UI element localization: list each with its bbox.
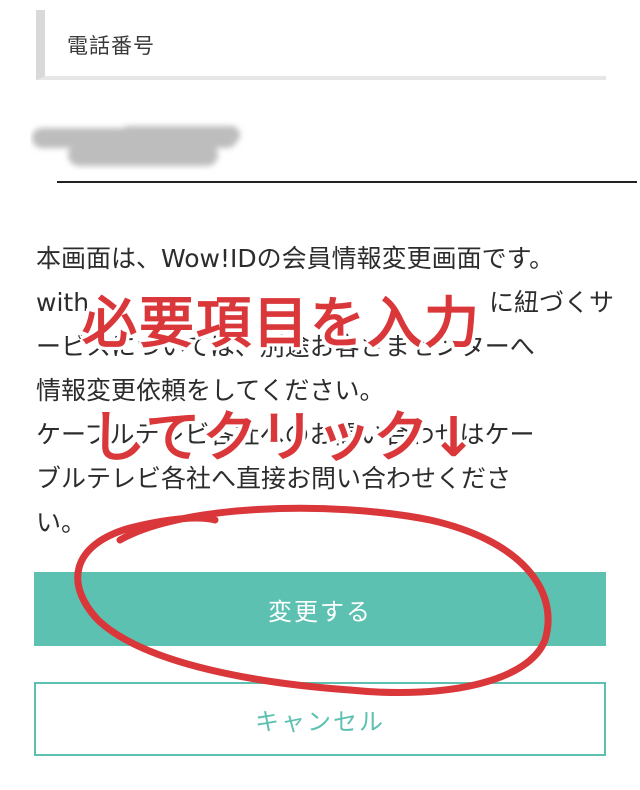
notice-text: 本画面は、Wow!IDの会員情報変更画面です。 with に紐づくサ ービスにつ… xyxy=(36,237,615,545)
cancel-button[interactable]: キャンセル xyxy=(34,682,606,756)
phone-section-header: 電話番号 xyxy=(36,10,606,80)
cancel-button-label: キャンセル xyxy=(255,707,385,736)
notice-line: ブルテレビ各社へ直接お問い合わせくださ xyxy=(36,464,512,493)
phone-redaction-blur xyxy=(32,126,240,166)
notice-line: ケーブルテレビ各社へのお問い合わせはケー xyxy=(36,420,535,449)
notice-line: い。 xyxy=(36,508,87,537)
notice-line: 情報変更依頼をしてください。 xyxy=(36,376,385,405)
change-button[interactable]: 変更する xyxy=(34,572,606,646)
notice-line: ービスについては、別途お客さまセンターへ xyxy=(36,332,535,361)
notice-line: with に紐づくサ xyxy=(36,288,615,317)
phone-field-underline xyxy=(57,181,637,183)
member-info-edit-page: 電話番号 本画面は、Wow!IDの会員情報変更画面です。 with に紐づくサ … xyxy=(0,0,640,790)
change-button-label: 変更する xyxy=(268,597,372,626)
phone-section-label: 電話番号 xyxy=(67,34,155,58)
phone-number-field[interactable] xyxy=(30,118,637,184)
notice-line: 本画面は、Wow!IDの会員情報変更画面です。 xyxy=(36,244,555,273)
